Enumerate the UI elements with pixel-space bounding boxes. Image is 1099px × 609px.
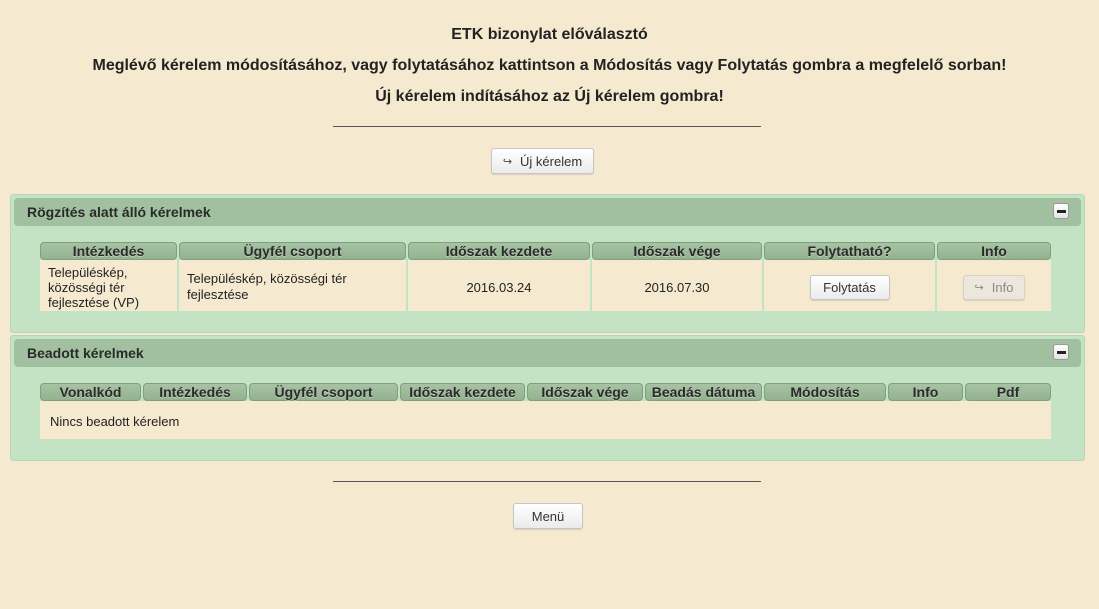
info-cell: ↪ Info xyxy=(937,263,1051,311)
table-header-row: Vonalkód Intézkedés Ügyfél csoport Idősz… xyxy=(40,383,1051,401)
column-header[interactable]: Info xyxy=(937,242,1051,260)
minus-icon xyxy=(1056,209,1066,213)
in-progress-table: Intézkedés Ügyfél csoport Időszak kezdet… xyxy=(38,242,1053,311)
column-header[interactable]: Időszak vége xyxy=(592,242,762,260)
vege-cell: 2016.07.30 xyxy=(592,263,762,311)
column-header[interactable]: Módosítás xyxy=(764,383,886,401)
submitted-panel-header[interactable]: Beadott kérelmek xyxy=(14,339,1081,367)
submitted-panel-title: Beadott kérelmek xyxy=(27,345,144,361)
column-header[interactable]: Info xyxy=(888,383,963,401)
continue-label: Folytatás xyxy=(823,279,876,295)
empty-row: Nincs beadott kérelem xyxy=(40,404,1051,439)
instruction-new: Új kérelem indításához az Új kérelem gom… xyxy=(375,88,724,105)
empty-message: Nincs beadott kérelem xyxy=(40,404,1051,439)
column-header[interactable]: Vonalkód xyxy=(40,383,141,401)
intezkedes-cell: Településkép, közösségi tér fejlesztése … xyxy=(40,263,177,311)
column-header[interactable]: Beadás dátuma xyxy=(645,383,762,401)
minus-icon xyxy=(1056,350,1066,354)
divider-bottom xyxy=(333,481,761,482)
continue-button[interactable]: Folytatás xyxy=(809,274,890,300)
column-header[interactable]: Időszak kezdete xyxy=(408,242,590,260)
info-label: Info xyxy=(991,279,1014,295)
column-header[interactable]: Pdf xyxy=(965,383,1051,401)
column-header[interactable]: Intézkedés xyxy=(143,383,247,401)
info-button[interactable]: ↪ Info xyxy=(963,274,1025,300)
column-header[interactable]: Intézkedés xyxy=(40,242,177,260)
table-header-row: Intézkedés Ügyfél csoport Időszak kezdet… xyxy=(40,242,1051,260)
collapse-in-progress-button[interactable] xyxy=(1053,203,1069,219)
table-row: Településkép, közösségi tér fejlesztése … xyxy=(40,263,1051,311)
collapse-submitted-button[interactable] xyxy=(1053,344,1069,360)
column-header[interactable]: Időszak kezdete xyxy=(400,383,525,401)
submitted-table: Vonalkód Intézkedés Ügyfél csoport Idősz… xyxy=(38,383,1053,439)
arrow-return-right-icon: ↪ xyxy=(974,281,984,294)
menu-label: Menü xyxy=(531,508,565,524)
in-progress-panel-title: Rögzítés alatt álló kérelmek xyxy=(27,204,211,220)
column-header[interactable]: Időszak vége xyxy=(527,383,643,401)
in-progress-panel-header[interactable]: Rögzítés alatt álló kérelmek xyxy=(14,198,1081,226)
page-title: ETK bizonylat előválasztó xyxy=(451,26,648,43)
in-progress-panel: Rögzítés alatt álló kérelmek Intézkedés … xyxy=(10,194,1085,333)
column-header[interactable]: Ügyfél csoport xyxy=(179,242,406,260)
instruction-modify: Meglévő kérelem módosításához, vagy foly… xyxy=(92,57,1007,74)
column-header[interactable]: Folytatható? xyxy=(764,242,935,260)
menu-button[interactable]: Menü xyxy=(513,503,583,529)
new-request-button[interactable]: ↪ Új kérelem xyxy=(491,148,594,174)
new-request-label: Új kérelem xyxy=(520,153,583,169)
ugyfel-csoport-cell: Településkép, közösségi tér fejlesztése xyxy=(179,263,406,311)
kezdete-cell: 2016.03.24 xyxy=(408,263,590,311)
folytathato-cell: Folytatás xyxy=(764,263,935,311)
arrow-return-right-icon: ↪ xyxy=(502,155,513,168)
column-header[interactable]: Ügyfél csoport xyxy=(249,383,398,401)
divider-top xyxy=(333,126,761,127)
submitted-panel: Beadott kérelmek Vonalkód Intézkedés Ügy… xyxy=(10,335,1085,461)
